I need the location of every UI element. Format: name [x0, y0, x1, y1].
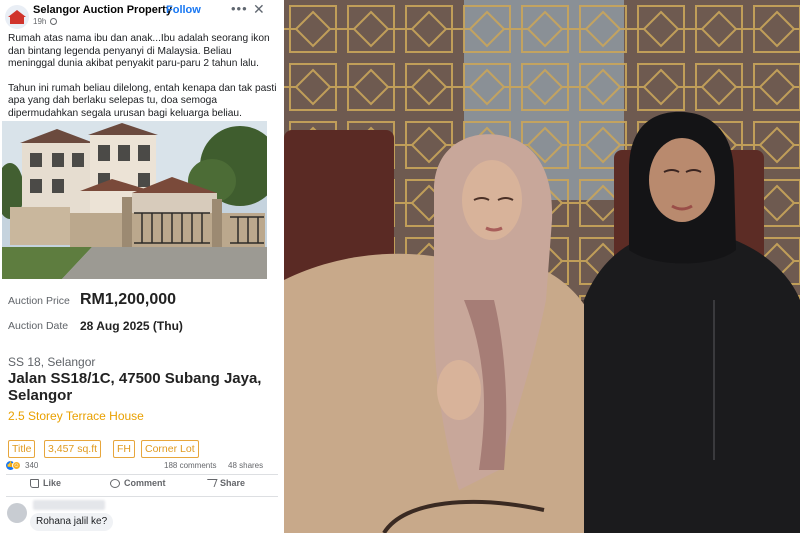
- page-avatar[interactable]: [5, 5, 29, 29]
- collage: Selangor Auction Property Follow 19h •••…: [0, 0, 800, 533]
- property-area: SS 18, Selangor: [8, 355, 96, 369]
- post-header: Selangor Auction Property Follow 19h •••…: [0, 0, 284, 29]
- more-options-icon[interactable]: •••: [231, 1, 248, 16]
- auction-date-label: Auction Date: [8, 320, 69, 332]
- divider: [6, 474, 278, 475]
- facebook-post: Selangor Auction Property Follow 19h •••…: [0, 0, 284, 533]
- auction-listing: Auction Price RM1,200,000 Auction Date 2…: [0, 282, 284, 462]
- share-icon: [204, 479, 218, 487]
- commenter-avatar[interactable]: [7, 503, 27, 523]
- divider: [6, 496, 278, 497]
- globe-icon: [50, 18, 57, 25]
- comment-icon: [110, 478, 120, 488]
- house-photo[interactable]: [2, 121, 267, 279]
- property-address: Jalan SS18/1C, 47500 Subang Jaya, Selang…: [8, 370, 262, 404]
- commenter-name-blurred: [33, 500, 105, 510]
- portrait-photo: [284, 0, 800, 533]
- like-icon: [30, 478, 39, 488]
- tag-title: Title: [8, 440, 36, 458]
- reactions-count[interactable]: 340: [25, 461, 38, 470]
- tag-tenure: FH: [113, 440, 135, 458]
- haha-reaction-icon: ☺: [12, 461, 21, 470]
- auction-price-value: RM1,200,000: [80, 291, 177, 308]
- page-name-link[interactable]: Selangor Auction Property: [33, 4, 172, 16]
- caption-paragraph-1: Rumah atas nama ibu dan anak...Ibu adala…: [8, 33, 270, 69]
- post-caption: Rumah atas nama ibu dan anak...Ibu adala…: [8, 33, 278, 120]
- tag-corner-lot: Corner Lot: [141, 440, 199, 458]
- comment-button[interactable]: Comment: [110, 478, 166, 488]
- property-type: 2.5 Storey Terrace House: [8, 409, 144, 423]
- shares-count[interactable]: 48 shares: [228, 461, 263, 470]
- auction-date-value: 28 Aug 2025 (Thu): [80, 319, 183, 333]
- follow-button[interactable]: Follow: [166, 4, 201, 16]
- share-button[interactable]: Share: [204, 478, 246, 488]
- comment-bubble: Rohana jalil ke?: [30, 513, 114, 531]
- share-label: Share: [220, 478, 246, 488]
- auction-price-label: Auction Price: [8, 295, 70, 307]
- tag-size: 3,457 sq.ft: [44, 440, 102, 458]
- close-icon[interactable]: ✕: [253, 1, 265, 18]
- comments-count[interactable]: 188 comments: [164, 461, 216, 470]
- post-time[interactable]: 19h: [33, 17, 46, 26]
- caption-paragraph-2: Tahun ini rumah beliau dilelong, entah k…: [8, 82, 277, 119]
- like-label: Like: [43, 478, 62, 488]
- comment-label: Comment: [124, 478, 166, 488]
- post-actions: Like Comment Share: [0, 478, 284, 494]
- like-button[interactable]: Like: [30, 478, 61, 488]
- reactions-bar[interactable]: 👍 ☺ 340 188 comments 48 shares: [6, 461, 278, 473]
